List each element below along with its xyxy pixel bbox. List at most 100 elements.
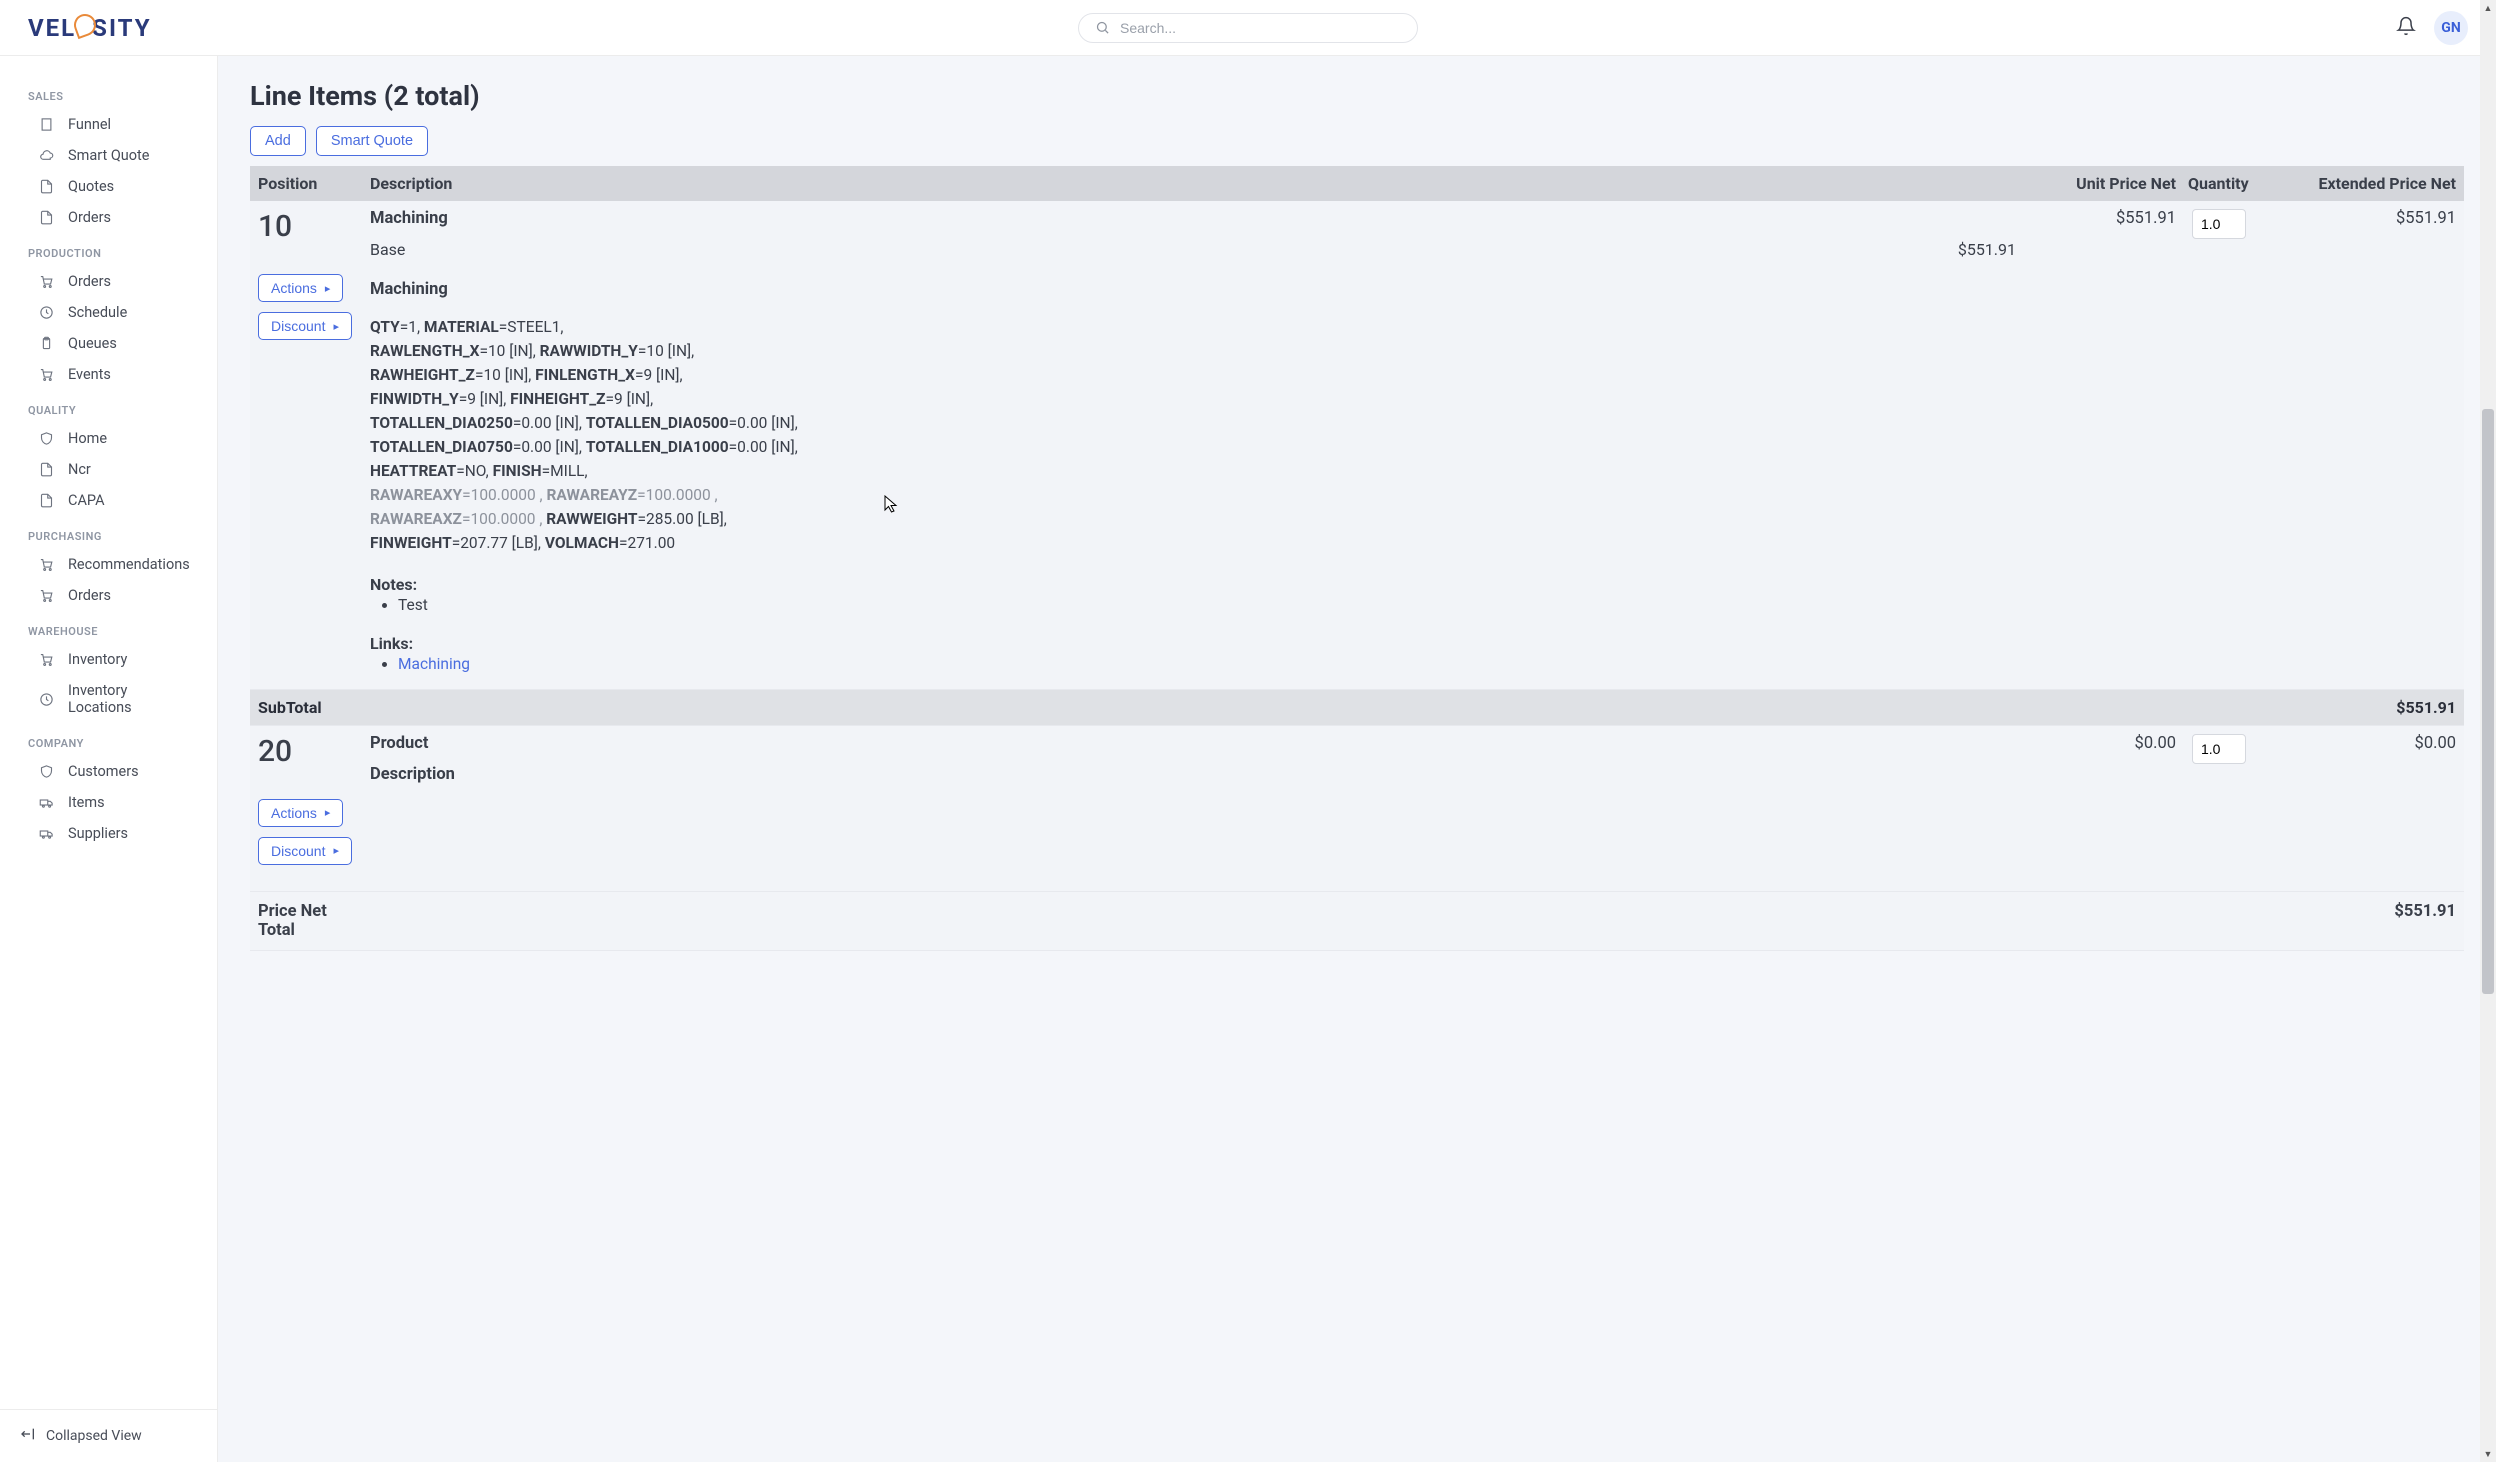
links-label: Links: (370, 634, 2016, 653)
cart-icon (38, 652, 54, 668)
sidebar-item-inventory-locations[interactable]: Inventory Locations (0, 675, 217, 723)
sidebar-item-label: CAPA (68, 492, 105, 509)
unit-price: $551.91 (2024, 201, 2184, 689)
sidebar-item-label: Orders (68, 587, 111, 604)
row-actions-button[interactable]: Actions ▸ (258, 799, 343, 827)
shield-icon (38, 764, 54, 780)
quantity-input[interactable] (2192, 734, 2246, 764)
collapse-label: Collapsed View (46, 1428, 142, 1444)
chevron-right-icon: ▸ (333, 844, 339, 857)
sidebar-item-label: Home (68, 430, 107, 447)
sidebar-item-items[interactable]: Items (0, 787, 217, 818)
quantity-input[interactable] (2192, 209, 2246, 239)
smart-quote-button[interactable]: Smart Quote (316, 126, 428, 156)
sidebar-item-orders[interactable]: Orders (0, 202, 217, 233)
search-input[interactable] (1120, 20, 1401, 36)
spec-line: TOTALLEN_DIA0250=0.00 [IN], TOTALLEN_DIA… (370, 411, 2016, 435)
sidebar-item-funnel[interactable]: Funnel (0, 109, 217, 140)
add-button[interactable]: Add (250, 126, 306, 156)
search-icon (1095, 20, 1110, 35)
sidebar-item-recommendations[interactable]: Recommendations (0, 549, 217, 580)
cart-icon (38, 588, 54, 604)
extended-price: $551.91 (2284, 201, 2464, 689)
sidebar-item-label: Inventory (68, 651, 127, 668)
sidebar-item-orders[interactable]: Orders (0, 580, 217, 611)
main-content: Line Items (2 total) Add Smart Quote Pos… (218, 56, 2496, 1462)
sidebar-item-label: Orders (68, 209, 111, 226)
sidebar-item-label: Ncr (68, 461, 91, 478)
clipboard-icon (38, 336, 54, 352)
col-extended: Extended Price Net (2284, 166, 2464, 201)
table-row: 10 Actions ▸ Discount ▸ Machining Base $551.9… (250, 201, 2464, 689)
spec-line: TOTALLEN_DIA0750=0.00 [IN], TOTALLEN_DIA… (370, 435, 2016, 459)
sidebar-item-label: Inventory Locations (68, 682, 189, 716)
bell-icon[interactable] (2396, 16, 2416, 40)
link-item[interactable]: Machining (398, 655, 470, 673)
sidebar-item-label: Quotes (68, 178, 114, 195)
total-row: Price Net Total$551.91 (250, 891, 2464, 950)
spec-line: QTY=1, MATERIAL=STEEL1, (370, 315, 2016, 339)
extended-price: $0.00 (2284, 725, 2464, 891)
doc-icon (38, 493, 54, 509)
sidebar-item-events[interactable]: Events (0, 359, 217, 390)
clock-icon (38, 691, 54, 707)
spec-line: HEATTREAT=NO, FINISH=MILL, (370, 459, 2016, 483)
spec-line: RAWHEIGHT_Z=10 [IN], FINLENGTH_X=9 [IN], (370, 363, 2016, 387)
position-number: 10 (258, 209, 354, 244)
top-header: VELSITY GN (0, 0, 2496, 56)
note-item: Test (398, 596, 2016, 614)
spec-line: FINWEIGHT=207.77 [LB], VOLMACH=271.00 (370, 531, 2016, 555)
sidebar-item-quotes[interactable]: Quotes (0, 171, 217, 202)
col-quantity: Quantity (2184, 166, 2284, 201)
spec-line: FINWIDTH_Y=9 [IN], FINHEIGHT_Z=9 [IN], (370, 387, 2016, 411)
collapse-toggle[interactable]: Collapsed View (0, 1409, 217, 1462)
sidebar-item-suppliers[interactable]: Suppliers (0, 818, 217, 849)
sidebar-item-queues[interactable]: Queues (0, 328, 217, 359)
cart-icon (38, 557, 54, 573)
sidebar-section-label: WAREHOUSE (0, 611, 217, 644)
sidebar-section-label: PRODUCTION (0, 233, 217, 266)
scrollbar-thumb[interactable] (2482, 409, 2494, 994)
sidebar-item-label: Orders (68, 273, 111, 290)
base-label: Base (370, 240, 405, 259)
cart-icon (38, 367, 54, 383)
scrollbar[interactable]: ▲ ▼ (2480, 0, 2496, 1462)
spec-line: RAWAREAXZ=100.0000 , RAWWEIGHT=285.00 [L… (370, 507, 2016, 531)
clock-icon (38, 305, 54, 321)
sidebar-item-smart-quote[interactable]: Smart Quote (0, 140, 217, 171)
sidebar-item-schedule[interactable]: Schedule (0, 297, 217, 328)
spec-line: RAWLENGTH_X=10 [IN], RAWWIDTH_Y=10 [IN], (370, 339, 2016, 363)
search-bar (1078, 13, 1418, 43)
sidebar-section-label: COMPANY (0, 723, 217, 756)
item-title: Machining (370, 209, 2016, 228)
sidebar-item-label: Customers (68, 763, 139, 780)
cloud-icon (38, 148, 54, 164)
chevron-right-icon: ▸ (325, 806, 331, 819)
unit-price: $0.00 (2024, 725, 2184, 891)
sidebar-item-ncr[interactable]: Ncr (0, 454, 217, 485)
sidebar-item-capa[interactable]: CAPA (0, 485, 217, 516)
sidebar-item-home[interactable]: Home (0, 423, 217, 454)
sidebar-item-label: Events (68, 366, 111, 383)
sidebar-item-customers[interactable]: Customers (0, 756, 217, 787)
doc-icon (38, 179, 54, 195)
col-position: Position (250, 166, 362, 201)
avatar[interactable]: GN (2434, 11, 2468, 45)
spec-title: Machining (370, 277, 2016, 303)
sidebar-item-orders[interactable]: Orders (0, 266, 217, 297)
doc-icon (38, 210, 54, 226)
sidebar-item-label: Queues (68, 335, 117, 352)
sidebar-section-label: QUALITY (0, 390, 217, 423)
row-discount-button[interactable]: Discount ▸ (258, 837, 352, 865)
notes-label: Notes: (370, 575, 2016, 594)
row-discount-button[interactable]: Discount ▸ (258, 312, 352, 340)
position-number: 20 (258, 734, 354, 769)
page-title: Line Items (2 total) (250, 80, 2464, 112)
sidebar: SALESFunnel Smart Quote Quotes Orders PRODUC… (0, 56, 218, 1462)
sidebar-section-label: SALES (0, 76, 217, 109)
total-label: Price Net Total (250, 891, 362, 950)
sidebar-item-inventory[interactable]: Inventory (0, 644, 217, 675)
sidebar-item-label: Smart Quote (68, 147, 150, 164)
row-actions-button[interactable]: Actions ▸ (258, 274, 343, 302)
line-items-table: Position Description Unit Price Net Quan… (250, 166, 2464, 951)
